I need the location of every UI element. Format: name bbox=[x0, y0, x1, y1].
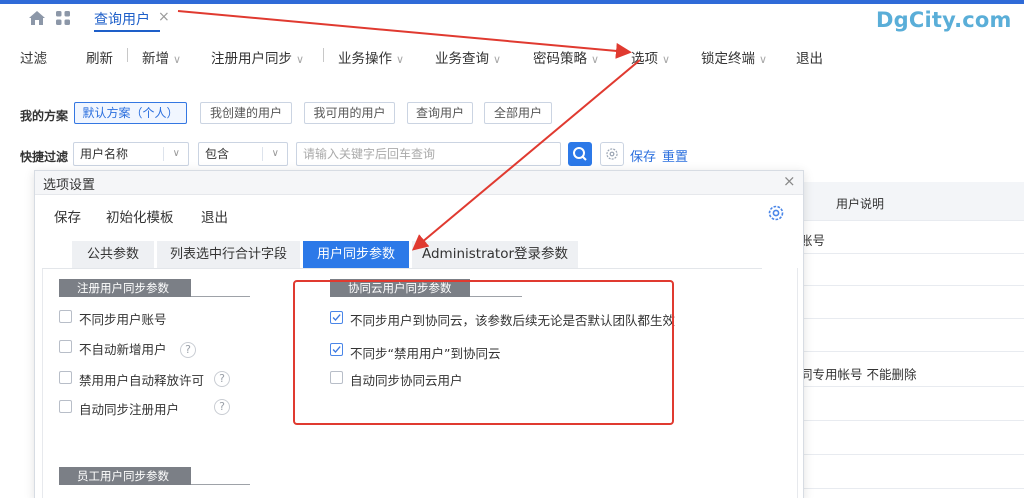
filter-save-link[interactable]: 保存 bbox=[630, 146, 656, 165]
toolbar-refresh[interactable]: 刷新 bbox=[86, 47, 113, 67]
toolbar-lock-terminal[interactable]: 锁定终端 ∨ bbox=[701, 47, 767, 67]
tab-common-params[interactable]: 公共参数 bbox=[72, 241, 154, 268]
filter-reset-link[interactable]: 重置 bbox=[662, 146, 688, 165]
chevron-down-icon: ∨ bbox=[271, 148, 279, 159]
scheme-all-users[interactable]: 全部用户 bbox=[484, 102, 552, 124]
chevron-down-icon: ∨ bbox=[172, 148, 180, 159]
home-icon[interactable] bbox=[28, 10, 46, 26]
dialog-init-template-button[interactable]: 初始化模板 bbox=[106, 206, 174, 226]
row-divider bbox=[800, 386, 1024, 387]
quick-filter-label: 快捷过滤 bbox=[20, 150, 69, 164]
row-divider bbox=[800, 318, 1024, 319]
toolbar-register-sync[interactable]: 注册用户同步 ∨ bbox=[211, 47, 304, 67]
toolbar-separator bbox=[323, 48, 324, 62]
row-divider bbox=[800, 220, 1024, 221]
search-input[interactable]: 请输入关键字后回车查询 bbox=[296, 142, 561, 166]
scheme-available-to-me[interactable]: 我可用的用户 bbox=[304, 102, 395, 124]
row-divider bbox=[800, 253, 1024, 254]
section-register-sync: 注册用户同步参数 bbox=[59, 279, 191, 297]
chevron-down-icon: ∨ bbox=[591, 53, 600, 66]
tab-admin-login-params[interactable]: Administrator登录参数 bbox=[412, 241, 578, 268]
row-divider bbox=[800, 285, 1024, 286]
dialog-titlebar[interactable] bbox=[35, 171, 803, 195]
row-divider bbox=[800, 454, 1024, 455]
checkbox-label: 禁用用户自动释放许可 bbox=[79, 373, 205, 388]
toolbar-business-ops[interactable]: 业务操作 ∨ bbox=[338, 47, 404, 67]
scheme-label: 我的方案 bbox=[20, 109, 69, 123]
section-employee-sync: 员工用户同步参数 bbox=[59, 467, 191, 485]
table-cell: 同专用帐号 不能删除 bbox=[800, 367, 917, 382]
chevron-down-icon: ∨ bbox=[493, 53, 502, 66]
help-icon[interactable]: ? bbox=[214, 399, 230, 415]
filter-operator-select[interactable]: 包含 ∨ bbox=[198, 142, 288, 166]
row-divider bbox=[800, 420, 1024, 421]
help-icon[interactable]: ? bbox=[180, 342, 196, 358]
tab-list-sum-fields[interactable]: 列表选中行合计字段 bbox=[157, 241, 300, 268]
dialog-title: 选项设置 bbox=[43, 178, 96, 193]
checkbox-auto-sync-registered[interactable] bbox=[59, 400, 72, 413]
toolbar-password-policy[interactable]: 密码策略 ∨ bbox=[533, 47, 599, 67]
chevron-down-icon: ∨ bbox=[662, 53, 671, 66]
toolbar-options[interactable]: 选项 ∨ bbox=[631, 47, 670, 67]
dialog-save-button[interactable]: 保存 bbox=[54, 206, 81, 226]
table-header bbox=[800, 182, 1024, 220]
section-rule bbox=[191, 484, 250, 485]
scheme-query-users[interactable]: 查询用户 bbox=[407, 102, 473, 124]
filter-field-select[interactable]: 用户名称 ∨ bbox=[73, 142, 189, 166]
tab-strip-underline bbox=[42, 268, 762, 269]
active-tab-indicator bbox=[94, 30, 160, 32]
checkbox-label: 不自动新增用户 bbox=[79, 342, 167, 357]
toolbar-business-query[interactable]: 业务查询 ∨ bbox=[435, 47, 501, 67]
checkbox-no-sync-account[interactable] bbox=[59, 310, 72, 323]
checkbox-no-auto-add-user[interactable] bbox=[59, 340, 72, 353]
checkbox-label: 自动同步注册用户 bbox=[79, 402, 180, 417]
chevron-down-icon: ∨ bbox=[396, 53, 405, 66]
help-icon[interactable]: ? bbox=[214, 371, 230, 387]
checkbox-label: 不同步用户账号 bbox=[79, 312, 167, 327]
close-icon[interactable]: × bbox=[783, 172, 796, 190]
section-rule bbox=[191, 296, 250, 297]
gear-icon[interactable] bbox=[600, 142, 624, 166]
toolbar-filter[interactable]: 过滤 bbox=[20, 47, 47, 67]
tab-query-users[interactable]: 查询用户 bbox=[94, 9, 150, 29]
annotation-highlight-box bbox=[293, 280, 674, 425]
scheme-created-by-me[interactable]: 我创建的用户 bbox=[200, 102, 292, 124]
row-divider bbox=[800, 488, 1024, 489]
chevron-down-icon: ∨ bbox=[296, 53, 305, 66]
dialog-exit-button[interactable]: 退出 bbox=[201, 206, 228, 226]
chevron-down-icon: ∨ bbox=[759, 53, 768, 66]
scheme-default-personal[interactable]: 默认方案（个人） bbox=[74, 102, 187, 124]
gear-icon[interactable] bbox=[766, 203, 786, 223]
tab-close-icon[interactable]: × bbox=[158, 9, 170, 25]
toolbar-separator bbox=[127, 48, 128, 62]
column-user-description: 用户说明 bbox=[836, 197, 885, 211]
tab-user-sync-params[interactable]: 用户同步参数 bbox=[303, 241, 409, 268]
brand-watermark: DgCity.com bbox=[876, 8, 1012, 32]
toolbar-add[interactable]: 新增 ∨ bbox=[142, 47, 181, 67]
toolbar-exit[interactable]: 退出 bbox=[796, 47, 823, 67]
apps-grid-icon[interactable] bbox=[55, 10, 71, 26]
search-icon[interactable] bbox=[568, 142, 592, 166]
chevron-down-icon: ∨ bbox=[173, 53, 182, 66]
checkbox-disabled-release-license[interactable] bbox=[59, 371, 72, 384]
row-divider bbox=[800, 351, 1024, 352]
